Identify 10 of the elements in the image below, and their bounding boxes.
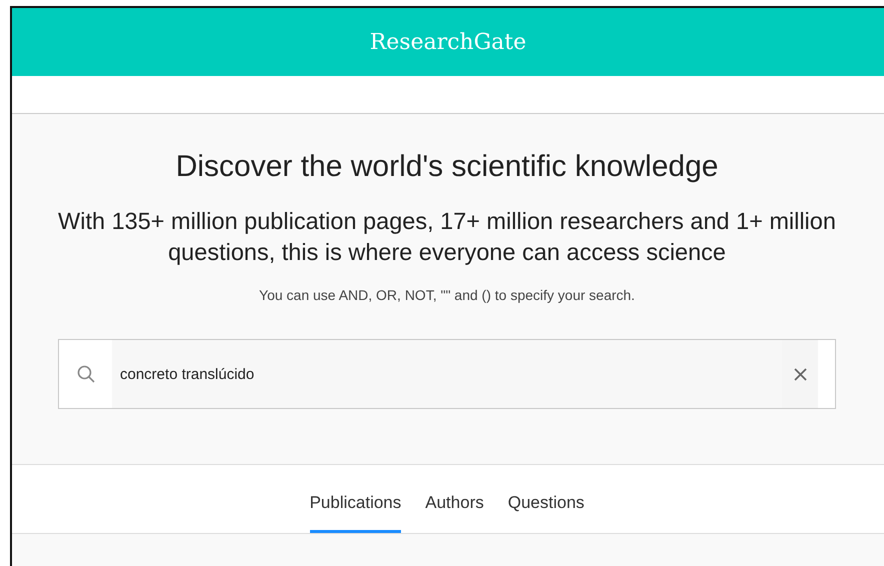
subtitle: With 135+ million publication pages, 17+ million researchers and 1+ million questions, this is where everyone can access science bbox=[57, 207, 837, 267]
tab[interactable]: Publications bbox=[310, 465, 402, 533]
clear-button[interactable] bbox=[782, 340, 818, 408]
tab[interactable]: Questions bbox=[508, 465, 584, 533]
search-field[interactable]: concreto translúcido bbox=[58, 339, 836, 409]
tab[interactable]: Authors bbox=[425, 465, 484, 533]
search-hint: You can use AND, OR, NOT, "" and () to specify your search. bbox=[259, 287, 635, 303]
search-icon bbox=[77, 365, 95, 383]
close-icon bbox=[794, 368, 806, 380]
page-title: Discover the world's scientific knowledge bbox=[176, 150, 718, 184]
